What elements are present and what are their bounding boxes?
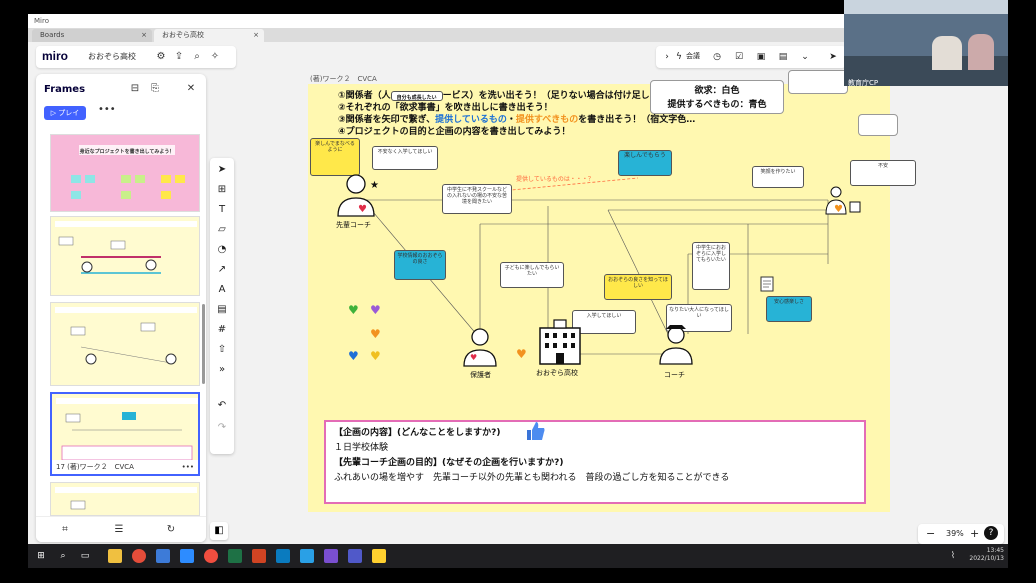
sticky-note[interactable]: 楽しんでもらう	[618, 150, 672, 176]
plan-content-box[interactable]: 【企画の内容】(どんなことをしますか?) １日学校体験 【先輩コーチ企画の目的】…	[324, 420, 866, 504]
zoom-in-button[interactable]: +	[970, 527, 979, 541]
person-label[interactable]: コーチ	[664, 370, 685, 380]
sticky-note[interactable]: 楽しんでまなべるように	[310, 138, 360, 176]
parent-icon[interactable]: ♥	[460, 328, 500, 368]
screen: Miro Boards × おおぞら高校 × miro おおぞら高校 ⚙ ⇪ ⌕ ✧…	[0, 0, 1036, 583]
sticky-note[interactable]: 自分も成長したい	[390, 90, 443, 101]
instruction-text-orange: 提供すべきもの	[515, 115, 579, 125]
instruction-text: ④プロジェクトの目的と企画の内容を書き出してみよう！	[338, 127, 571, 137]
calendar-icon[interactable]	[156, 549, 170, 563]
svg-text:♥: ♥	[358, 204, 367, 215]
collaboration-toolbar: › ϟ 会議 ◷ ☑ ▣ ▤ ⌄ ➤	[656, 46, 846, 68]
video-ceiling	[844, 0, 1008, 14]
svg-text:♥: ♥	[470, 353, 477, 362]
person-label[interactable]: おおぞら高校	[536, 368, 578, 378]
app-icon[interactable]	[300, 549, 314, 563]
meeting-label[interactable]: 会議	[686, 51, 700, 61]
legend-bubble[interactable]	[858, 114, 898, 136]
windows-taskbar: ⊞ ⌕ ▭ ⌇ 13:45 2022/10/13	[28, 544, 1008, 568]
miro-app-icon[interactable]	[372, 549, 386, 563]
sticky-note[interactable]: 子どもに楽しんでもらいたい	[500, 262, 564, 288]
document-icon[interactable]	[760, 276, 774, 292]
question-1: 【企画の内容】(どんなことをしますか?)	[334, 428, 501, 438]
lightning-icon[interactable]: ϟ	[672, 50, 686, 64]
question-2: 【先輩コーチ企画の目的】(なぜその企画を行いますか?)	[334, 458, 564, 468]
vote-icon[interactable]: ☑	[732, 50, 746, 64]
teams-icon[interactable]	[348, 549, 362, 563]
video-person	[968, 34, 994, 70]
sticky-note[interactable]: 笑顔を作りたい	[752, 166, 804, 188]
heart-orange-icon[interactable]: ♥	[516, 348, 528, 360]
sticky-note[interactable]: おおぞらの良さを知ってほしい	[604, 274, 672, 300]
search-icon[interactable]: ⌕	[56, 549, 70, 563]
chrome-icon[interactable]	[132, 549, 146, 563]
answer-1: １日学校体験	[334, 443, 389, 453]
notes-icon[interactable]: ▤	[776, 50, 790, 64]
sticky-note[interactable]: 中学生に不発スクールなどの入れないの場の不安な苦境を聞きたい	[442, 184, 512, 214]
comments-icon[interactable]: ▣	[754, 50, 768, 64]
legend[interactable]: 欲求：白色 提供するべきもの：青色	[650, 80, 784, 114]
sticky-note[interactable]: 学校情報のおおぞらの良さ	[394, 250, 446, 280]
heart-orange-icon[interactable]: ♥	[370, 328, 382, 340]
browser-icon[interactable]	[204, 549, 218, 563]
video-feed	[844, 0, 1008, 86]
excel-icon[interactable]	[228, 549, 242, 563]
instruction-text: ①関係者（人	[338, 91, 391, 101]
coach-icon[interactable]	[656, 324, 696, 368]
sticky-note[interactable]: 不安なく入学してほしい	[372, 146, 438, 170]
instruction-text: ・	[506, 115, 516, 125]
heart-yellow-icon[interactable]: ♥	[370, 350, 382, 362]
file-explorer-icon[interactable]	[108, 549, 122, 563]
chevron-down-icon[interactable]: ⌄	[798, 50, 812, 64]
app-icon[interactable]	[276, 549, 290, 563]
timer-icon[interactable]: ◷	[710, 50, 724, 64]
task-view-icon[interactable]: ▭	[78, 549, 92, 563]
video-participant-name: 教育庁CP	[848, 79, 879, 87]
thumbs-up-icon[interactable]	[524, 420, 546, 442]
video-person	[932, 36, 962, 70]
clock[interactable]: 13:45 2022/10/13	[960, 547, 1004, 563]
sticky-note[interactable]: 不安	[850, 160, 916, 186]
sticky-note[interactable]: 中学生におおぞらに入学してもらいたい	[692, 242, 730, 290]
legend-bubble[interactable]	[788, 70, 848, 94]
person-icon[interactable]: ♥	[824, 184, 864, 220]
clock-date: 2022/10/13	[969, 555, 1004, 562]
help-button[interactable]: ?	[984, 526, 998, 540]
svg-text:♥: ♥	[834, 204, 843, 215]
heart-blue-icon[interactable]: ♥	[348, 350, 360, 362]
instruction-text: ③関係者を矢印で繋ぎ、	[338, 115, 436, 125]
instructions: ①関係者（人 自分も成長したい ービス）を洗い出そう！（足りない場合は付け足しOK）…	[338, 90, 695, 138]
powerpoint-icon[interactable]	[252, 549, 266, 563]
person-label[interactable]: 保護者	[470, 370, 491, 380]
zoom-level[interactable]: 39%	[946, 527, 964, 541]
instruction-text-blue: 提供しているもの	[435, 115, 507, 125]
senpai-coach-icon[interactable]: ♥ ★	[334, 174, 384, 218]
network-icon[interactable]: ⌇	[946, 549, 960, 563]
instruction-text: ービス）を洗い出そう！（足りない場合は付け足しOK）	[442, 91, 674, 101]
instruction-text: ②それぞれの「欲求事書」を吹き出しに書き出そう！	[338, 103, 553, 113]
answer-2: ふれあいの場を増やす 先輩コーチ以外の先輩とも関われる 普段の過ごし方を知ること…	[334, 473, 730, 483]
onenote-icon[interactable]	[324, 549, 338, 563]
person-label[interactable]: 先輩コーチ	[336, 220, 371, 230]
legend-line: 提供するべきもの：青色	[667, 100, 767, 110]
clock-time: 13:45	[986, 547, 1004, 554]
zoom-out-button[interactable]: −	[926, 527, 935, 541]
school-building-icon[interactable]	[536, 316, 584, 366]
zoom-icon[interactable]	[180, 549, 194, 563]
windows-start-icon[interactable]: ⊞	[34, 549, 48, 563]
heart-green-icon[interactable]: ♥	[348, 304, 360, 316]
sticky-note[interactable]: 安心感楽しさ	[766, 296, 812, 322]
instruction-text: を書き出そう！（宿文字色…	[578, 115, 696, 125]
browser-window: Miro Boards × おおぞら高校 × miro おおぞら高校 ⚙ ⇪ ⌕ ✧…	[28, 14, 1008, 544]
heart-purple-icon[interactable]: ♥	[370, 304, 382, 316]
svg-text:★: ★	[370, 180, 379, 191]
arrow-label[interactable]: 提供しているものは・・・？	[516, 174, 594, 183]
cursor-icon[interactable]: ➤	[826, 50, 840, 64]
legend-line: 欲求：白色	[694, 86, 740, 96]
